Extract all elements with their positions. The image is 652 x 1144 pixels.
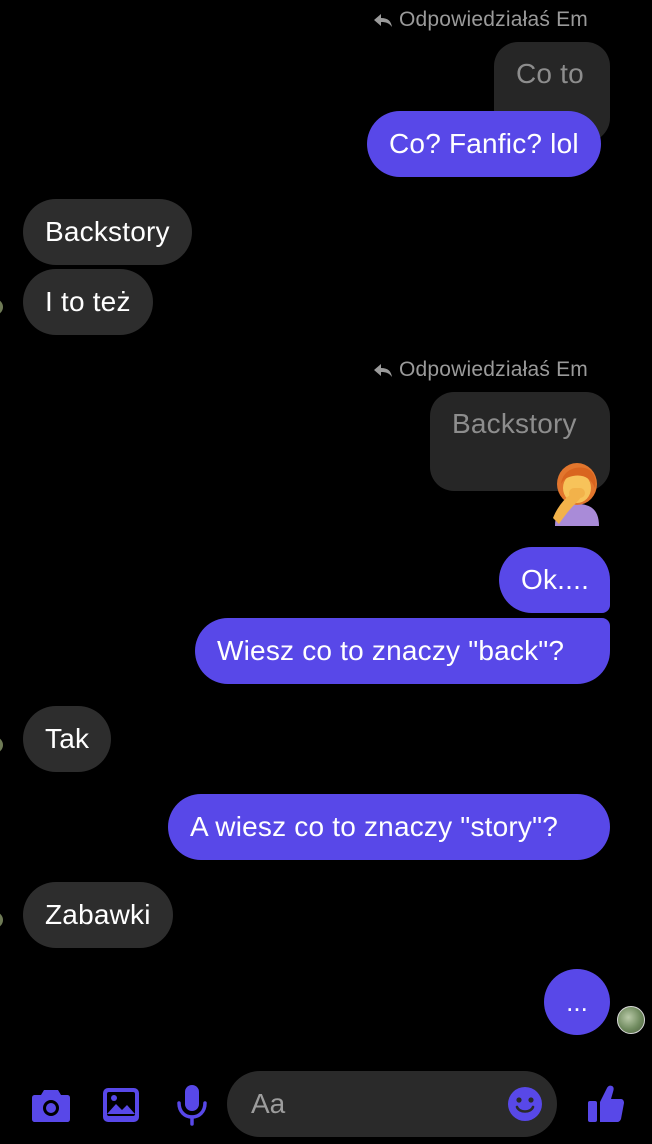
woman-facepalming-emoji[interactable] <box>549 460 605 526</box>
message-text: Zabawki <box>45 899 151 930</box>
reply-arrow-icon <box>374 14 392 27</box>
microphone-button[interactable] <box>172 1083 212 1127</box>
message-text: Wiesz co to znaczy "back"? <box>217 635 565 666</box>
emoji-button[interactable] <box>507 1086 543 1122</box>
emoji-icon <box>508 1087 542 1121</box>
outgoing-message[interactable]: A wiesz co to znaczy "story"? <box>168 794 610 860</box>
message-text: Backstory <box>45 216 170 247</box>
incoming-message[interactable]: Backstory <box>23 199 192 265</box>
reply-arrow-icon <box>374 364 392 377</box>
message-text: ... <box>566 986 588 1017</box>
message-text: Tak <box>45 723 90 754</box>
reply-label-text: Odpowiedziałaś Em <box>399 8 588 31</box>
quoted-message-text: Co to <box>516 58 584 89</box>
message-text: A wiesz co to znaczy "story"? <box>190 811 559 842</box>
reply-indicator: Odpowiedziałaś Em <box>373 358 588 382</box>
like-button[interactable] <box>586 1083 626 1125</box>
incoming-message[interactable]: Zabawki <box>23 882 173 948</box>
outgoing-message[interactable]: Co? Fanfic? lol <box>367 111 601 177</box>
incoming-message[interactable]: Tak <box>23 706 112 772</box>
gallery-icon <box>103 1088 139 1122</box>
outgoing-message[interactable]: Ok.... <box>499 547 610 613</box>
thumbs-up-icon <box>588 1085 624 1122</box>
outgoing-message[interactable]: Wiesz co to znaczy "back"? <box>195 618 610 684</box>
message-composer[interactable] <box>227 1071 557 1137</box>
reply-indicator: Odpowiedziałaś Em <box>373 8 588 32</box>
reply-label-text: Odpowiedziałaś Em <box>399 358 588 381</box>
outgoing-message[interactable]: ... <box>544 969 610 1035</box>
contact-avatar[interactable] <box>0 299 3 315</box>
microphone-icon <box>177 1085 207 1126</box>
message-text: Co? Fanfic? lol <box>389 128 579 159</box>
read-receipt-avatar <box>617 1006 645 1034</box>
contact-avatar[interactable] <box>0 737 3 753</box>
quoted-message-text: Backstory <box>452 408 577 439</box>
gallery-button[interactable] <box>101 1085 141 1125</box>
incoming-message[interactable]: I to też <box>23 269 153 335</box>
camera-button[interactable] <box>30 1085 72 1125</box>
contact-avatar[interactable] <box>0 912 3 928</box>
message-text: I to też <box>45 286 131 317</box>
message-text: Ok.... <box>521 564 590 595</box>
message-input[interactable] <box>249 1087 493 1121</box>
camera-icon <box>32 1090 70 1122</box>
